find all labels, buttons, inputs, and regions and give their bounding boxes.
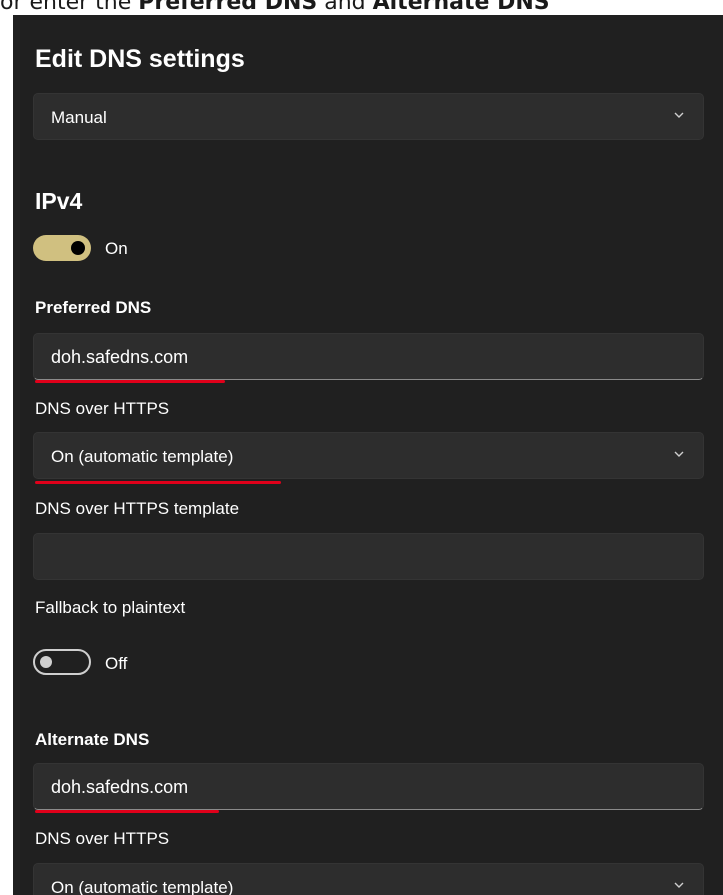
chevron-down-icon [674, 882, 684, 888]
alternate-doh-dropdown[interactable]: On (automatic template) [33, 863, 704, 895]
chevron-down-icon [674, 112, 684, 118]
toggle-knob [40, 656, 52, 668]
annotation-underline [35, 810, 219, 813]
toggle-knob [71, 241, 85, 255]
preferred-doh-dropdown[interactable]: On (automatic template) [33, 432, 704, 479]
alternate-dns-value: doh.safedns.com [51, 777, 189, 797]
alternate-doh-value: On (automatic template) [51, 878, 234, 895]
caption-prefix: or enter the [0, 0, 138, 12]
preferred-dns-label: Preferred DNS [35, 298, 152, 317]
dns-mode-dropdown[interactable]: Manual [33, 93, 704, 140]
alternate-dns-input[interactable]: doh.safedns.com [33, 763, 704, 810]
chevron-down-icon [674, 451, 684, 457]
preferred-doh-value: On (automatic template) [51, 447, 234, 466]
annotation-underline [35, 481, 281, 484]
fallback-label: Fallback to plaintext [35, 598, 186, 617]
caption-term-preferred: Preferred DNS [138, 0, 317, 12]
annotation-underline [35, 380, 225, 383]
alternate-doh-label: DNS over HTTPS [35, 829, 170, 848]
caption-text: or enter the Preferred DNS and Alternate… [0, 0, 723, 12]
caption-middle: and [317, 0, 372, 12]
preferred-dns-value: doh.safedns.com [51, 347, 189, 367]
ipv4-toggle[interactable] [33, 235, 91, 261]
fallback-toggle[interactable] [33, 649, 91, 675]
dialog-title: Edit DNS settings [35, 45, 245, 73]
ipv4-toggle-label: On [105, 239, 128, 258]
ipv4-heading: IPv4 [35, 188, 83, 214]
alternate-dns-label: Alternate DNS [35, 730, 150, 749]
doh-template-input[interactable] [33, 533, 704, 580]
dns-mode-value: Manual [51, 108, 107, 127]
fallback-toggle-label: Off [105, 654, 128, 673]
doh-template-label: DNS over HTTPS template [35, 499, 240, 518]
dns-settings-panel: Edit DNS settings Manual IPv4 On Preferr… [13, 15, 723, 895]
preferred-doh-label: DNS over HTTPS [35, 399, 170, 418]
caption-term-alternate: Alternate DNS [373, 0, 550, 12]
preferred-dns-input[interactable]: doh.safedns.com [33, 333, 704, 380]
